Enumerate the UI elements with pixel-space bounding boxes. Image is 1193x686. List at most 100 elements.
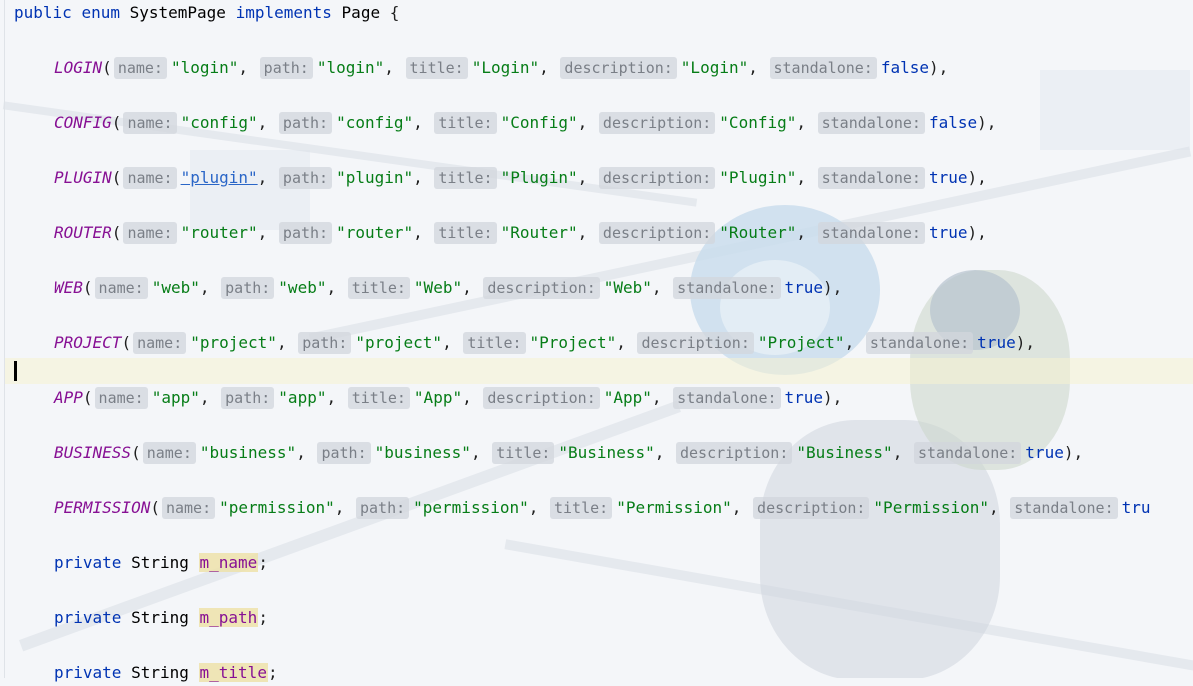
- parameter-hint-description: description:: [598, 222, 716, 244]
- open-paren: (: [111, 223, 122, 242]
- argument-path: "business": [374, 443, 471, 462]
- parameter-hint-name: name:: [94, 387, 148, 409]
- comma: ,: [334, 498, 354, 517]
- comma: ,: [616, 333, 636, 352]
- comma: ,: [577, 113, 597, 132]
- parameter-hint-description: description:: [598, 112, 716, 134]
- code-line-enum-constant[interactable]: PROJECT(name: "project", path: "project", …: [54, 330, 1035, 356]
- code-line-field-declaration[interactable]: private String m_path;: [54, 605, 268, 631]
- parameter-hint-standalone: standalone:: [913, 442, 1022, 464]
- parameter-hint-title: title:: [405, 57, 468, 79]
- comma: ,: [539, 58, 559, 77]
- parameter-hint-name: name:: [113, 57, 167, 79]
- parameter-hint-path: path:: [278, 112, 333, 134]
- parameter-hint-description: description:: [483, 387, 600, 409]
- statement-end: ),: [1063, 443, 1084, 462]
- parameter-hint-name: name:: [123, 112, 177, 134]
- argument-path: "app": [278, 388, 327, 407]
- comma: ,: [651, 388, 672, 407]
- parameter-hint-title: title:: [434, 222, 497, 244]
- code-line-enum-constant[interactable]: PLUGIN(name: "plugin", path: "plugin", tit…: [54, 165, 987, 191]
- comma: ,: [462, 278, 482, 297]
- parameter-hint-description: description:: [483, 277, 600, 299]
- enum-constant-name: WEB: [54, 278, 83, 297]
- argument-name: "web": [151, 278, 200, 297]
- argument-description: "Router": [719, 223, 797, 242]
- comma: ,: [296, 443, 316, 462]
- parameter-hint-description: description:: [637, 332, 754, 354]
- parameter-hint-path: path:: [355, 497, 410, 519]
- parameter-hint-description: description:: [675, 442, 793, 464]
- code-line-field-declaration[interactable]: private String m_name;: [54, 550, 268, 576]
- comma: ,: [796, 113, 816, 132]
- parameter-hint-path: path:: [221, 277, 275, 299]
- parameter-hint-description: description:: [560, 57, 677, 79]
- argument-standalone: false: [880, 58, 930, 77]
- comma: ,: [413, 223, 433, 242]
- parameter-hint-path: path:: [298, 332, 352, 354]
- code-line-field-declaration[interactable]: private String m_title;: [54, 660, 278, 686]
- code-line-enum-constant[interactable]: WEB(name: "web", path: "web", title: "Web",…: [54, 275, 842, 301]
- parameter-hint-standalone: standalone:: [1010, 497, 1118, 519]
- comma: ,: [528, 498, 548, 517]
- code-line-enum-constant[interactable]: PERMISSION(name: "permission", path: "perm…: [54, 495, 1151, 521]
- keyword-public: public: [14, 3, 72, 22]
- parameter-hint-title: title:: [463, 332, 526, 354]
- argument-title: "Router": [500, 223, 578, 242]
- argument-name[interactable]: "plugin": [181, 168, 258, 187]
- parameter-hint-path: path:: [317, 442, 371, 464]
- comma: ,: [470, 443, 491, 462]
- parameter-hint-title: title:: [347, 277, 410, 299]
- code-line-enum-constant[interactable]: CONFIG(name: "config", path: "config", tit…: [54, 110, 996, 136]
- open-paren: (: [82, 278, 93, 297]
- comma: ,: [384, 58, 404, 77]
- keyword-private: private: [54, 663, 122, 682]
- argument-path: "router": [336, 223, 414, 242]
- parameter-hint-title: title:: [347, 387, 410, 409]
- argument-standalone: true: [1025, 443, 1064, 462]
- code-line-enum-constant[interactable]: APP(name: "app", path: "app", title: "App",…: [54, 385, 842, 411]
- open-paren: (: [131, 443, 141, 462]
- open-paren: (: [82, 388, 93, 407]
- argument-path: "plugin": [336, 168, 414, 187]
- parameter-hint-title: title:: [434, 112, 497, 134]
- parameter-hint-standalone: standalone:: [817, 167, 925, 189]
- argument-name: "router": [180, 223, 258, 242]
- parameter-hint-name: name:: [94, 277, 148, 299]
- argument-title: "Web": [413, 278, 463, 297]
- argument-description: "Plugin": [719, 168, 797, 187]
- parameter-hint-description: description:: [598, 167, 716, 189]
- parameter-hint-name: name:: [123, 222, 177, 244]
- comma: ,: [654, 443, 674, 462]
- comma: ,: [326, 388, 346, 407]
- parameter-hint-path: path:: [278, 167, 333, 189]
- keyword-private: private: [54, 553, 122, 572]
- enum-constant-name: PERMISSION: [54, 498, 151, 517]
- argument-standalone: false: [928, 113, 978, 132]
- argument-path: "config": [336, 113, 414, 132]
- keyword-implements: implements: [235, 3, 332, 22]
- argument-path: "web": [278, 278, 327, 297]
- comma: ,: [199, 388, 220, 407]
- field-name: m_name: [198, 553, 259, 572]
- argument-standalone: true: [784, 388, 824, 407]
- argument-description: "Project": [757, 333, 845, 352]
- code-editor[interactable]: public enum SystemPage implements Page {…: [0, 0, 1193, 682]
- comma: ,: [257, 223, 277, 242]
- code-line-enum-constant[interactable]: LOGIN(name: "login", path: "login", title:…: [54, 55, 948, 81]
- code-line-enum-constant[interactable]: BUSINESS(name: "business", path: "business…: [54, 440, 1083, 466]
- enum-constant-name: PROJECT: [54, 333, 122, 352]
- open-paren: (: [102, 58, 112, 77]
- field-name: m_path: [198, 608, 259, 627]
- argument-name: "business": [199, 443, 297, 462]
- code-line-enum-constant[interactable]: ROUTER(name: "router", path: "router", tit…: [54, 220, 987, 246]
- argument-title: "Business": [558, 443, 655, 462]
- comma: ,: [731, 498, 752, 517]
- argument-path: "login": [316, 58, 385, 77]
- code-line-enum-declaration[interactable]: public enum SystemPage implements Page {: [14, 0, 399, 26]
- argument-title: "Permission": [616, 498, 732, 517]
- field-type: String: [131, 663, 189, 682]
- comma: ,: [413, 168, 433, 187]
- enum-constant-name: APP: [54, 388, 83, 407]
- argument-title: "App": [413, 388, 463, 407]
